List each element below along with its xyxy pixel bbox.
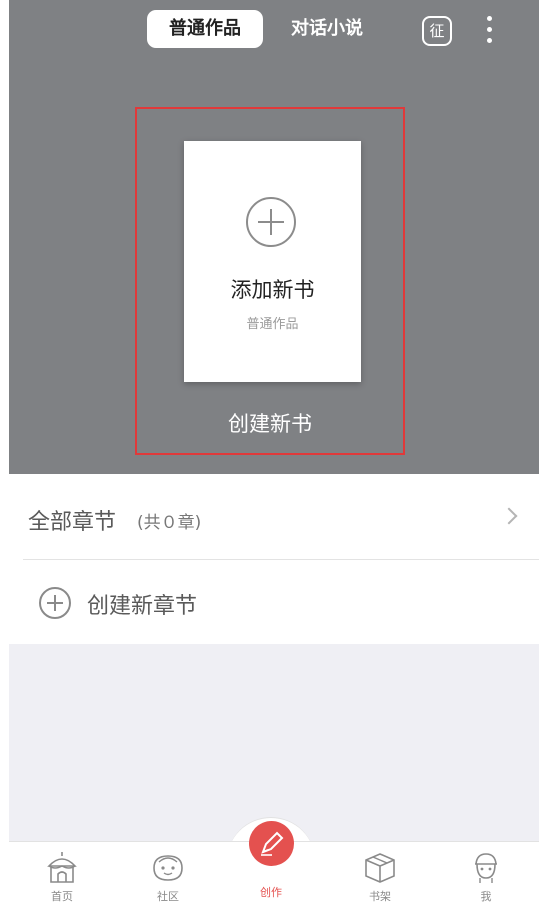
nav-create[interactable] <box>249 821 294 866</box>
create-chapter-label: 创建新章节 <box>87 594 198 619</box>
all-chapters-label: 全部章节 <box>28 510 117 535</box>
nav-home-label: 首页 <box>51 890 73 903</box>
chevron-right-icon <box>500 507 518 525</box>
header-area: 普通作品 对话小说 征 添加新书 普通作品 创建新书 <box>9 0 539 474</box>
screen: 普通作品 对话小说 征 添加新书 普通作品 创建新书 全部章节 (共０章) 创建… <box>0 0 539 912</box>
tab-normal-works[interactable]: 普通作品 <box>147 10 263 48</box>
chapter-list: 全部章节 (共０章) 创建新章节 <box>9 474 539 644</box>
segmented-control: 普通作品 对话小说 <box>147 10 385 48</box>
bookshelf-icon <box>365 853 395 883</box>
nav-community[interactable]: 社区 <box>115 842 221 912</box>
nav-bookshelf[interactable]: 书架 <box>327 842 433 912</box>
contest-button[interactable]: 征 <box>422 16 452 46</box>
home-icon <box>47 852 77 883</box>
nav-home[interactable]: 首页 <box>9 842 115 912</box>
add-chapter-icon <box>39 587 71 619</box>
chapter-count: (共０章) <box>137 513 202 533</box>
nav-create-label: 创作 <box>260 886 282 899</box>
nav-community-label: 社区 <box>157 890 179 903</box>
community-icon <box>153 855 183 881</box>
nav-profile[interactable]: 我 <box>433 842 539 912</box>
all-chapters-row[interactable]: 全部章节 (共０章) <box>9 474 539 559</box>
nav-profile-label: 我 <box>480 890 492 903</box>
create-icon <box>261 831 284 856</box>
highlight-box <box>135 107 405 455</box>
tab-dialogue-novel[interactable]: 对话小说 <box>269 10 385 48</box>
more-menu-icon[interactable] <box>479 14 501 46</box>
create-chapter-row[interactable]: 创建新章节 <box>9 560 539 644</box>
app: 普通作品 对话小说 征 添加新书 普通作品 创建新书 全部章节 (共０章) 创建… <box>9 0 539 912</box>
nav-bookshelf-label: 书架 <box>369 890 391 903</box>
profile-icon <box>475 853 497 883</box>
